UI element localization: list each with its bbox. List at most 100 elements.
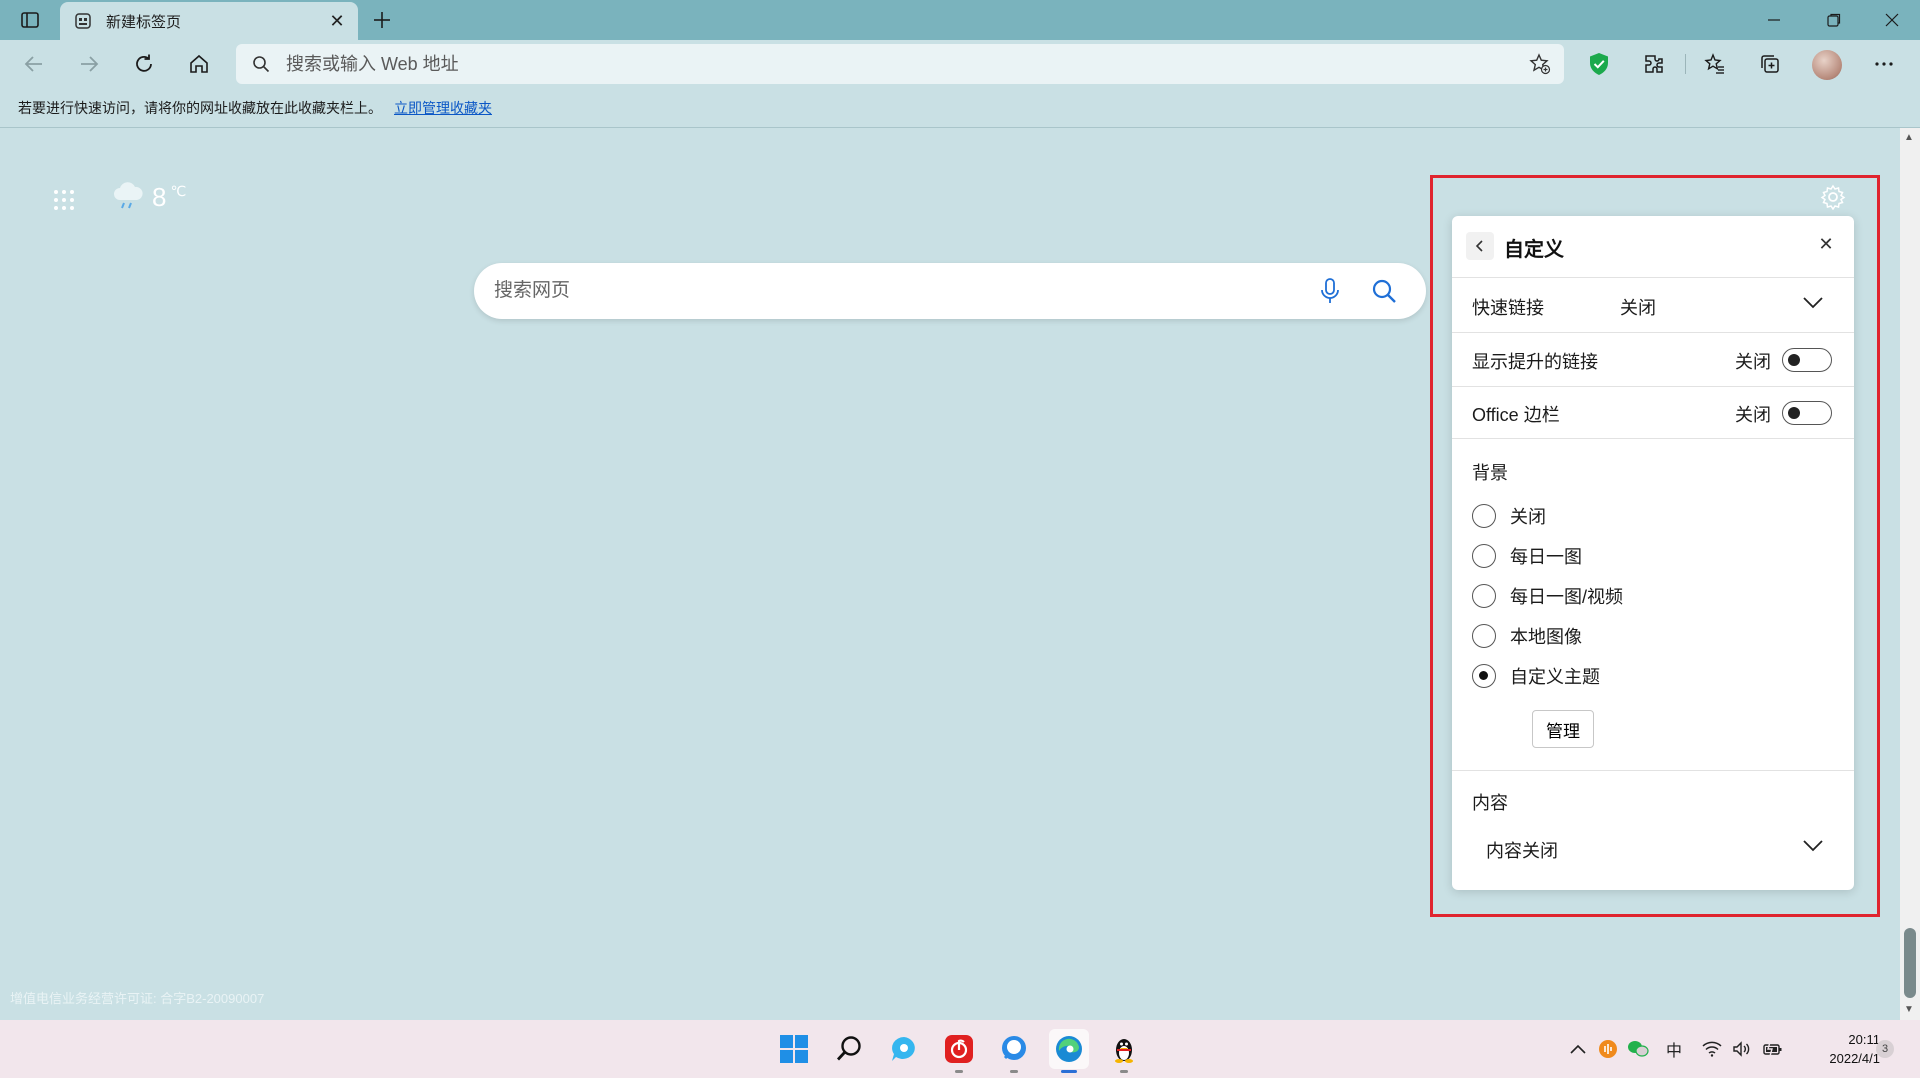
newtab-favicon-icon — [74, 12, 92, 30]
add-favorite-icon[interactable] — [1522, 46, 1558, 82]
radio-circle — [1472, 584, 1496, 608]
chat-app-icon[interactable] — [994, 1029, 1034, 1073]
chevron-down-icon[interactable] — [1802, 839, 1824, 853]
background-option-daily-image[interactable]: 每日一图 — [1472, 543, 1582, 569]
new-tab-button[interactable] — [368, 6, 396, 34]
favorites-bar-message: 若要进行快速访问，请将你的网址收藏放在此收藏夹栏上。 — [18, 99, 382, 116]
address-bar[interactable] — [236, 44, 1564, 84]
radio-circle — [1472, 544, 1496, 568]
tab-actions-icon[interactable] — [16, 8, 44, 32]
background-option-local-image[interactable]: 本地图像 — [1472, 623, 1582, 649]
search-taskbar-icon[interactable] — [829, 1029, 869, 1069]
customize-panel: 自定义 ✕ 快速链接 关闭 显示提升的链接 关闭 Office 边栏 关闭 背景… — [1452, 216, 1854, 890]
license-text: 增值电信业务经营许可证: 合字B2-20090007 — [10, 991, 265, 1006]
background-option-off[interactable]: 关闭 — [1472, 503, 1546, 529]
volume-icon[interactable] — [1730, 1036, 1754, 1062]
office-sidebar-label: Office 边栏 — [1472, 405, 1560, 425]
page-scrollbar[interactable]: ▲ ▼ — [1900, 128, 1920, 1020]
chevron-up-icon[interactable] — [1566, 1036, 1590, 1062]
wifi-icon[interactable] — [1700, 1036, 1724, 1062]
content-label: 内容 — [1472, 793, 1508, 813]
weather-widget[interactable]: 8 ℃ — [112, 180, 186, 214]
quick-links-value: 关闭 — [1620, 298, 1656, 318]
radio-circle — [1472, 504, 1496, 528]
minimize-button[interactable] — [1746, 0, 1802, 40]
battery-icon[interactable] — [1760, 1036, 1786, 1062]
qq-penguin-icon[interactable] — [1104, 1029, 1144, 1073]
web-search-box[interactable] — [474, 263, 1426, 319]
office-sidebar-value: 关闭 — [1735, 405, 1771, 425]
back-button[interactable] — [16, 46, 52, 82]
toggle-knob — [1788, 354, 1800, 366]
windows-start-icon[interactable] — [774, 1029, 814, 1069]
new-tab-page: 8 ℃ 自定义 ✕ 快速链接 关闭 显示提升的链接 — [0, 128, 1900, 1020]
collections-icon[interactable] — [1752, 46, 1788, 82]
background-label: 背景 — [1472, 463, 1508, 483]
radio-label: 自定义主题 — [1510, 667, 1600, 687]
chat-bubble-icon[interactable] — [884, 1029, 924, 1069]
content-value[interactable]: 内容关闭 — [1486, 837, 1558, 863]
more-options-icon[interactable] — [1866, 46, 1902, 82]
background-section: 背景 关闭 每日一图 每日一图/视频 本地图像 自定义主题 管理 — [1452, 439, 1854, 771]
tab-close-icon[interactable]: ✕ — [322, 6, 352, 36]
toggle-knob — [1788, 407, 1800, 419]
radio-label: 每日一图/视频 — [1510, 587, 1624, 607]
radio-label: 本地图像 — [1510, 627, 1582, 647]
radio-circle — [1472, 624, 1496, 648]
manage-theme-button[interactable]: 管理 — [1532, 710, 1594, 748]
scroll-up-icon[interactable]: ▲ — [1904, 132, 1914, 143]
running-indicator — [1120, 1070, 1128, 1073]
restore-button[interactable] — [1806, 0, 1862, 40]
radio-circle-selected — [1472, 664, 1496, 688]
profile-avatar[interactable] — [1812, 50, 1842, 80]
address-input[interactable] — [286, 53, 1522, 75]
settings-gear-icon[interactable] — [1818, 182, 1848, 212]
active-indicator — [1061, 1070, 1077, 1073]
scroll-down-icon[interactable]: ▼ — [1904, 1004, 1914, 1015]
chevron-down-icon[interactable] — [1802, 296, 1824, 310]
clock-date: 2022/4/1 — [1829, 1051, 1880, 1066]
manage-favorites-link[interactable]: 立即管理收藏夹 — [394, 98, 492, 118]
system-clock[interactable]: 20:11 2022/4/1 — [1800, 1030, 1880, 1068]
tab-title: 新建标签页 — [106, 13, 182, 31]
panel-close-icon[interactable]: ✕ — [1812, 230, 1840, 258]
clock-time: 20:11 — [1848, 1032, 1880, 1047]
web-search-input[interactable] — [494, 280, 1310, 302]
notification-badge[interactable]: 3 — [1876, 1040, 1894, 1058]
input-method-indicator[interactable]: 中 — [1660, 1036, 1688, 1062]
netease-music-icon[interactable] — [939, 1029, 979, 1073]
toolbar — [0, 40, 1920, 88]
search-submit-icon[interactable] — [1364, 271, 1404, 311]
title-bar: 新建标签页 ✕ — [0, 0, 1920, 40]
back-chevron-icon[interactable] — [1466, 232, 1494, 260]
sound-app-tray-icon[interactable] — [1596, 1036, 1620, 1062]
quick-links-label: 快速链接 — [1472, 298, 1544, 318]
toolbar-divider — [1685, 54, 1686, 74]
close-window-button[interactable] — [1864, 0, 1920, 40]
extensions-icon[interactable] — [1636, 46, 1672, 82]
running-indicator — [955, 1070, 963, 1073]
panel-title: 自定义 — [1504, 239, 1564, 261]
background-option-daily-image-video[interactable]: 每日一图/视频 — [1472, 583, 1623, 609]
refresh-button[interactable] — [126, 46, 162, 82]
favorites-icon[interactable] — [1697, 46, 1733, 82]
radio-label: 每日一图 — [1510, 547, 1582, 567]
forward-button[interactable] — [71, 46, 107, 82]
promoted-links-toggle[interactable] — [1782, 348, 1832, 372]
app-launcher-icon[interactable] — [52, 188, 76, 212]
content-section: 内容 内容关闭 — [1452, 771, 1854, 890]
shield-extension-icon[interactable] — [1581, 46, 1617, 82]
wechat-tray-icon[interactable] — [1626, 1036, 1650, 1062]
office-sidebar-row: Office 边栏 关闭 — [1452, 387, 1854, 439]
background-option-custom-theme[interactable]: 自定义主题 — [1472, 663, 1600, 689]
taskbar: 中 20:11 2022/4/1 3 — [0, 1020, 1920, 1078]
microphone-icon[interactable] — [1310, 271, 1350, 311]
scroll-thumb[interactable] — [1904, 928, 1916, 998]
office-sidebar-toggle[interactable] — [1782, 401, 1832, 425]
home-button[interactable] — [181, 46, 217, 82]
running-indicator — [1010, 1070, 1018, 1073]
tab-new-tab[interactable]: 新建标签页 ✕ — [60, 2, 358, 40]
weather-temperature: 8 — [152, 182, 167, 212]
edge-browser-icon[interactable] — [1049, 1029, 1089, 1073]
quick-links-row[interactable]: 快速链接 关闭 — [1452, 278, 1854, 333]
